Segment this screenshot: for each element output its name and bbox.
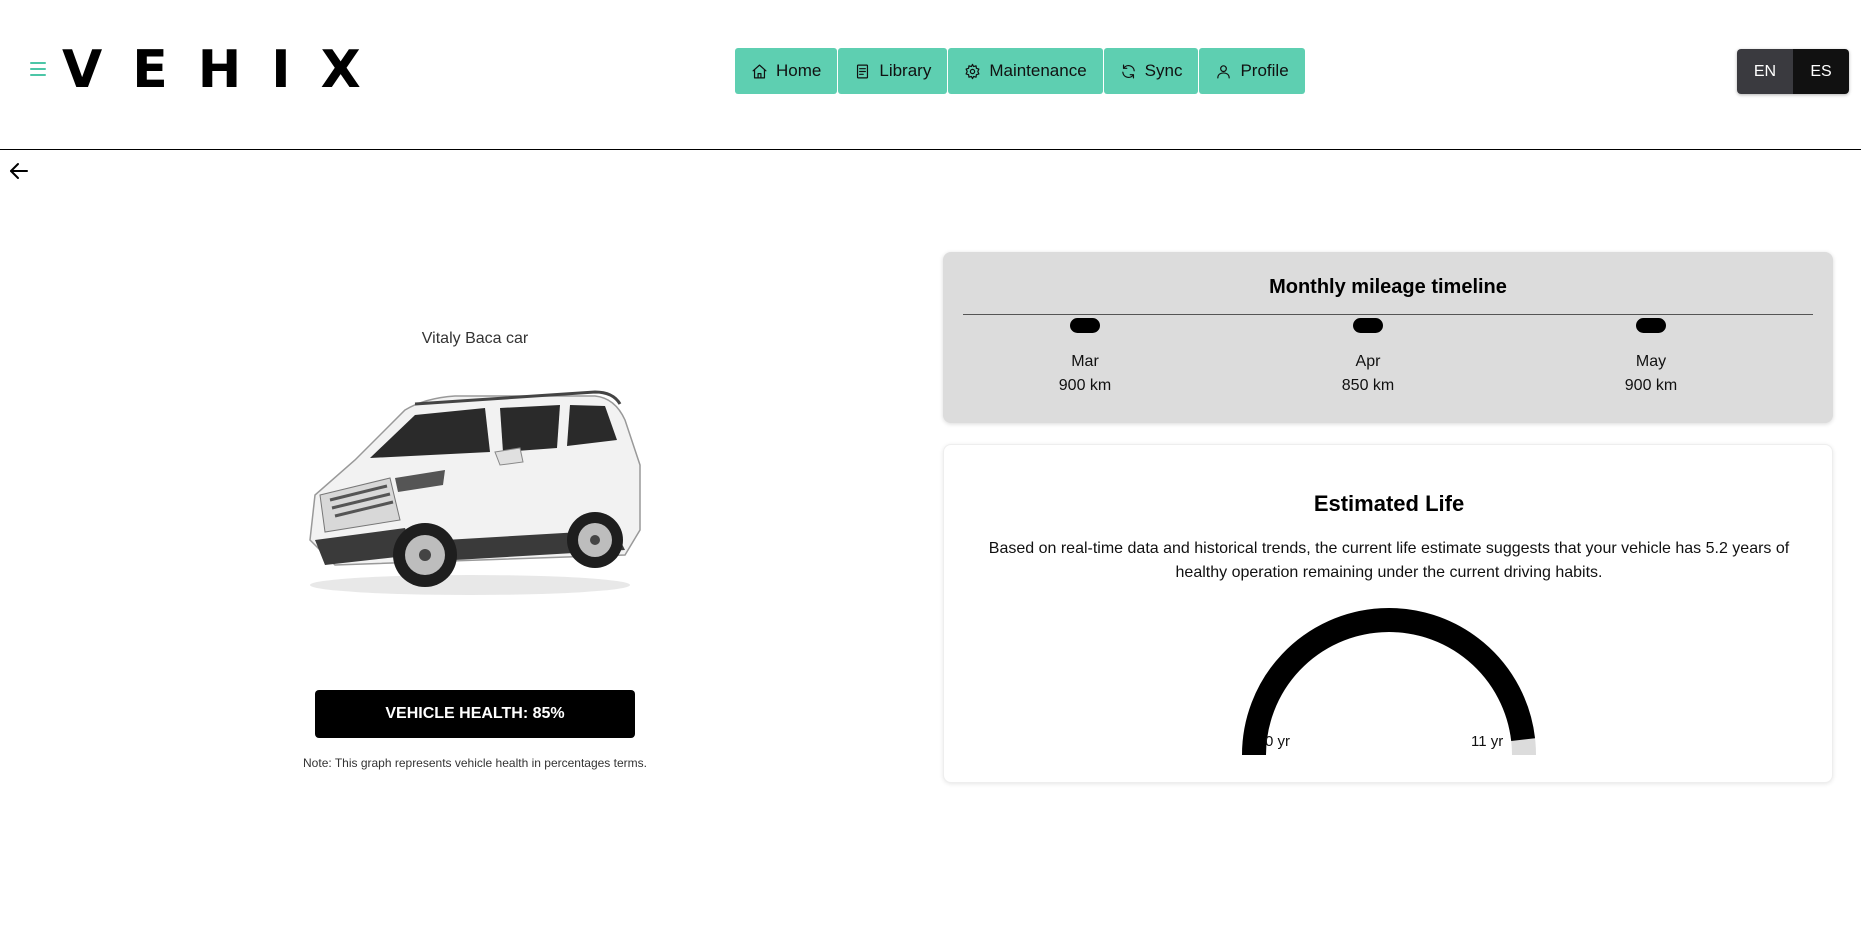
timeline-marker — [1070, 318, 1100, 333]
vehicle-health-button[interactable]: VEHICLE HEALTH: 85% — [315, 690, 635, 738]
vehicle-title: Vitaly Baca car — [421, 330, 529, 347]
nav-library[interactable]: Library — [838, 48, 948, 94]
mileage-month: Mar — [1071, 353, 1099, 370]
nav-profile[interactable]: Profile — [1199, 48, 1305, 94]
gauge-min-label: 0 yr — [1265, 733, 1291, 750]
mileage-entry: Mar 900 km — [1025, 318, 1145, 395]
mileage-timeline-card: Monthly mileage timeline Mar 900 km Apr … — [943, 252, 1833, 423]
nav-sync-label: Sync — [1144, 61, 1183, 80]
life-gauge: 0 yr 11 yr — [1239, 605, 1539, 765]
nav-home-label: Home — [776, 61, 822, 80]
mileage-entry: Apr 850 km — [1308, 318, 1428, 395]
gear-icon — [965, 63, 980, 79]
book-icon — [857, 64, 869, 78]
language-switcher: EN ES — [1737, 49, 1849, 94]
back-arrow-icon[interactable] — [9, 162, 29, 180]
mileage-entry: May 900 km — [1591, 318, 1711, 395]
app-logo[interactable]: VEHIX — [62, 40, 391, 100]
mileage-km: 900 km — [1624, 377, 1678, 394]
estimated-life-title: Estimated Life — [1313, 491, 1465, 516]
nav-home[interactable]: Home — [735, 48, 838, 94]
nav-profile-label: Profile — [1240, 61, 1289, 80]
mileage-timeline-title: Monthly mileage timeline — [1269, 276, 1507, 298]
language-en-button[interactable]: EN — [1737, 49, 1793, 94]
mileage-month: May — [1635, 353, 1667, 370]
estimated-life-card: Estimated Life Based on real-time data a… — [943, 444, 1833, 783]
nav-maintenance-label: Maintenance — [989, 61, 1087, 80]
app-header: VEHIX Home Library Maintenance Sync Prof… — [0, 0, 1861, 150]
main-nav: Home Library Maintenance Sync Profile — [735, 48, 1305, 94]
hamburger-menu-icon[interactable] — [30, 62, 46, 76]
timeline-marker — [1353, 318, 1383, 333]
vehicle-health-note: Note: This graph represents vehicle heal… — [303, 756, 647, 770]
timeline-marker — [1636, 318, 1666, 333]
sync-icon — [1121, 64, 1135, 78]
nav-maintenance[interactable]: Maintenance — [948, 48, 1103, 94]
vehicle-image — [309, 390, 641, 595]
mileage-km: 900 km — [1058, 377, 1112, 394]
user-icon — [1217, 64, 1231, 78]
mileage-km: 850 km — [1341, 377, 1395, 394]
estimated-life-description: Based on real-time data and historical t… — [988, 540, 1790, 581]
nav-library-label: Library — [879, 61, 932, 80]
mileage-month: Apr — [1355, 353, 1381, 370]
nav-sync[interactable]: Sync — [1103, 48, 1199, 94]
language-es-button[interactable]: ES — [1793, 49, 1849, 94]
home-icon — [752, 64, 767, 78]
mileage-timeline-line — [963, 314, 1813, 315]
gauge-max-label: 11 yr — [1471, 733, 1504, 750]
